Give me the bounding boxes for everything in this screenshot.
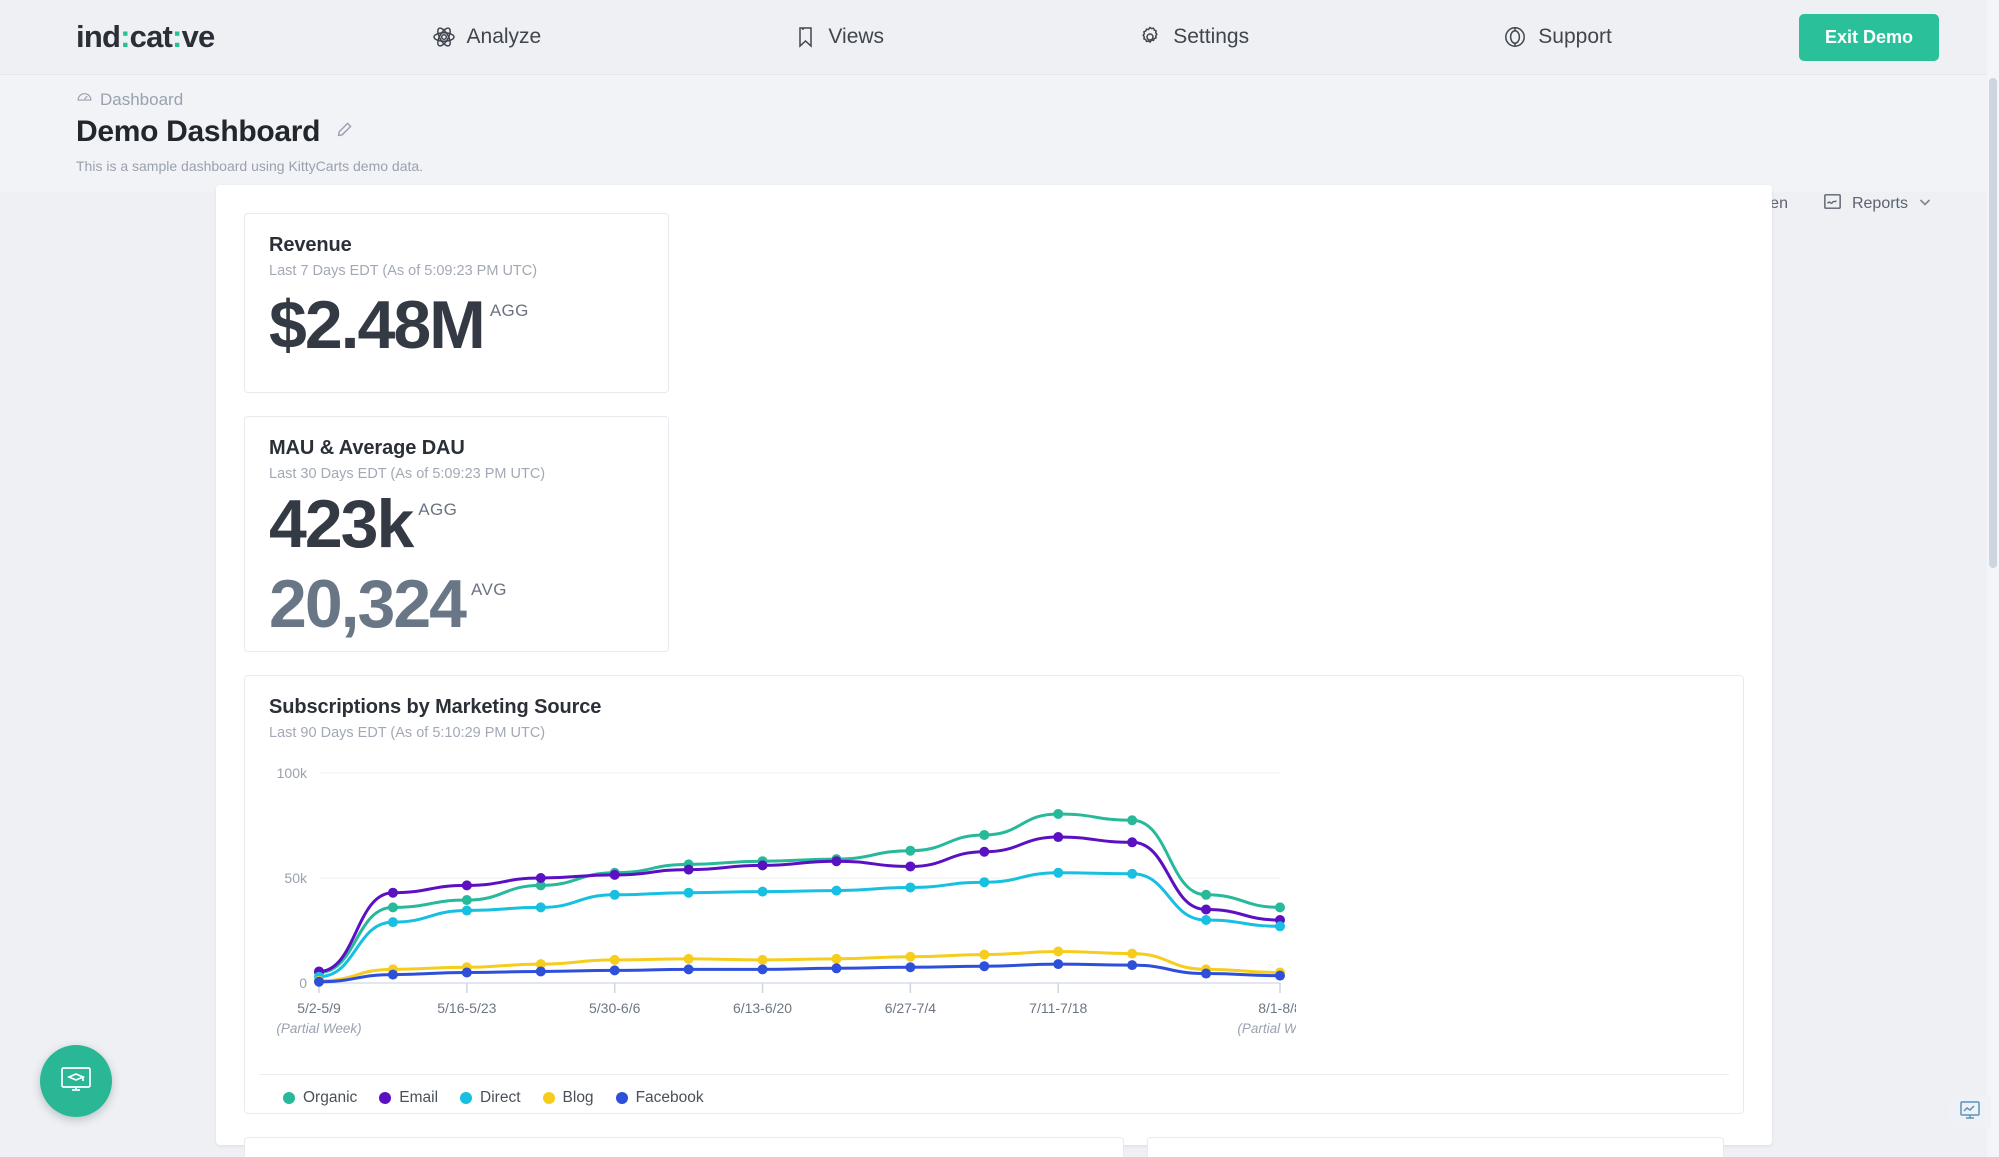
nav-label-analyze: Analyze xyxy=(466,25,542,48)
gear-icon xyxy=(1138,25,1162,49)
svg-text:(Partial Week): (Partial Week) xyxy=(1237,1021,1296,1036)
tutorial-monitor-icon xyxy=(57,1060,95,1103)
bookmark-icon xyxy=(795,25,817,49)
card-subscriptions-title: Subscriptions by Marketing Source xyxy=(269,696,602,718)
legend-dot-email xyxy=(379,1092,392,1104)
nav-item-support[interactable]: Support xyxy=(1503,25,1612,49)
brand-logo[interactable]: ind: cat: ve xyxy=(76,19,216,55)
atom-icon xyxy=(432,25,456,49)
pencil-icon[interactable] xyxy=(334,120,354,145)
legend-dot-facebook xyxy=(615,1092,628,1104)
legend-item-direct[interactable]: Direct xyxy=(460,1089,521,1107)
card-mau-agg-row: 423k AGG xyxy=(245,482,668,564)
logo-text-suffix: ve xyxy=(181,19,216,54)
nav-item-analyze[interactable]: Analyze xyxy=(432,25,542,49)
card-revenue-title: Revenue xyxy=(269,234,352,256)
card-mau-agg-label: AGG xyxy=(418,500,458,519)
dashboard-widget-button[interactable] xyxy=(1949,1095,1991,1129)
page-title-row: Demo Dashboard xyxy=(76,115,1999,149)
page-subtitle: This is a sample dashboard using KittyCa… xyxy=(76,158,424,174)
logo-text-prefix: ind xyxy=(76,19,121,54)
speedometer-icon xyxy=(76,89,93,111)
card-funnel[interactable]: Customer Journey from Site Visit to Subs… xyxy=(244,1137,1124,1157)
legend-item-blog[interactable]: Blog xyxy=(542,1089,594,1107)
svg-text:5/16-5/23: 5/16-5/23 xyxy=(437,1000,496,1016)
card-revenue-value: $2.48M xyxy=(269,287,486,363)
chart-legend: Organic Email Direct Blog Facebook xyxy=(259,1074,1729,1121)
top-navbar: ind: cat: ve Analyze Views Settings Supp… xyxy=(0,0,1999,74)
svg-text:8/1-8/8: 8/1-8/8 xyxy=(1258,1000,1296,1016)
nav-item-views[interactable]: Views xyxy=(795,25,884,49)
card-mau-value-agg: 423k xyxy=(269,486,414,562)
exit-demo-button[interactable]: Exit Demo xyxy=(1798,13,1939,61)
svg-text:5/30-6/6: 5/30-6/6 xyxy=(589,1000,641,1016)
line-chart[interactable]: 0 50k 100k 5/2-5/9 (Partial Week) 5/16-5/23 5/… xyxy=(245,741,1743,1066)
card-mau-subtitle: Last 30 Days EDT (As of 5:09:23 PM UTC) xyxy=(269,466,546,482)
card-revenue-agg-label: AGG xyxy=(489,301,529,320)
nav-label-settings: Settings xyxy=(1173,25,1250,48)
svg-text:6/13-6/20: 6/13-6/20 xyxy=(733,1000,792,1016)
card-conversion-rate[interactable]: Customer Journey from Site Visit to Subs… xyxy=(1147,1137,1724,1157)
lifebuoy-icon xyxy=(1503,25,1527,49)
card-revenue-subtitle: Last 7 Days EDT (As of 5:09:23 PM UTC) xyxy=(269,263,538,279)
legend-item-facebook[interactable]: Facebook xyxy=(615,1089,704,1107)
card-mau-header: MAU & Average DAU Last 30 Days EDT (As o… xyxy=(245,417,668,482)
legend-label-blog: Blog xyxy=(562,1089,594,1106)
reports-dropdown[interactable]: Reports xyxy=(1822,191,1933,217)
card-subscriptions-header: Subscriptions by Marketing Source Last 9… xyxy=(245,676,1743,741)
nav-item-settings[interactable]: Settings xyxy=(1138,25,1249,49)
legend-item-email[interactable]: Email xyxy=(379,1089,438,1107)
svg-text:7/11-7/18: 7/11-7/18 xyxy=(1029,1000,1087,1016)
logo-dot-1: : xyxy=(120,19,130,54)
svg-text:5/2-5/9: 5/2-5/9 xyxy=(297,1000,341,1016)
breadcrumb[interactable]: Dashboard xyxy=(76,89,1999,111)
page-title: Demo Dashboard xyxy=(76,115,321,148)
card-revenue-header: Revenue Last 7 Days EDT (As of 5:09:23 P… xyxy=(245,214,668,279)
tutorial-fab-button[interactable] xyxy=(40,1045,112,1117)
legend-label-direct: Direct xyxy=(480,1089,521,1106)
svg-text:100k: 100k xyxy=(277,765,308,781)
page-header: Dashboard Demo Dashboard This is a sampl… xyxy=(0,74,1999,212)
nav-items: Analyze Views Settings Support xyxy=(304,25,1739,49)
card-mau-avg-label: AVG xyxy=(470,580,507,600)
legend-label-organic: Organic xyxy=(303,1089,358,1106)
card-mau[interactable]: MAU & Average DAU Last 30 Days EDT (As o… xyxy=(244,416,669,652)
logo-dot-2: : xyxy=(172,19,182,54)
legend-dot-organic xyxy=(283,1092,295,1104)
logo-text-mid: cat xyxy=(129,19,173,54)
card-mau-avg-row: 20,324 AVG xyxy=(245,564,668,644)
card-subscriptions-chart[interactable]: Subscriptions by Marketing Source Last 9… xyxy=(244,675,1744,1114)
svg-text:50k: 50k xyxy=(284,870,308,886)
legend-label-facebook: Facebook xyxy=(635,1089,704,1106)
card-mau-value-avg: 20,324 xyxy=(269,566,467,643)
card-subscriptions-subtitle: Last 90 Days EDT (As of 5:10:29 PM UTC) xyxy=(269,725,546,741)
legend-dot-blog xyxy=(542,1092,555,1104)
legend-dot-direct xyxy=(460,1092,473,1104)
nav-label-views: Views xyxy=(828,25,885,48)
reports-label: Reports xyxy=(1851,195,1908,212)
dashboard-row-2: Customer Journey from Site Visit to Subs… xyxy=(244,1137,1744,1157)
dashboard-widget-icon xyxy=(1958,1099,1982,1126)
card-revenue-value-row: $2.48M AGG xyxy=(245,279,668,365)
svg-text:(Partial Week): (Partial Week) xyxy=(276,1021,361,1036)
card-mau-title: MAU & Average DAU xyxy=(269,437,465,459)
trendline-icon xyxy=(1822,191,1843,217)
svg-text:0: 0 xyxy=(299,975,307,991)
card-conversion-rate-header: Customer Journey from Site Visit to Subs… xyxy=(1148,1138,1723,1157)
legend-label-email: Email xyxy=(399,1089,439,1106)
chevron-down-icon xyxy=(1917,194,1933,215)
dashboard-canvas: Revenue Last 7 Days EDT (As of 5:09:23 P… xyxy=(216,185,1772,1157)
card-funnel-header: Customer Journey from Site Visit to Subs… xyxy=(245,1138,1123,1157)
card-revenue[interactable]: Revenue Last 7 Days EDT (As of 5:09:23 P… xyxy=(244,213,669,393)
legend-item-organic[interactable]: Organic xyxy=(283,1089,357,1107)
nav-label-support: Support xyxy=(1538,25,1612,48)
breadcrumb-label: Dashboard xyxy=(100,90,184,109)
svg-text:6/27-7/4: 6/27-7/4 xyxy=(885,1000,937,1016)
page-vertical-scrollbar[interactable] xyxy=(1989,78,1997,568)
line-chart-svg: 0 50k 100k 5/2-5/9 (Partial Week) 5/16-5/23 5/… xyxy=(276,765,1322,1036)
dashboard-row-1: Revenue Last 7 Days EDT (As of 5:09:23 P… xyxy=(244,213,1744,1114)
